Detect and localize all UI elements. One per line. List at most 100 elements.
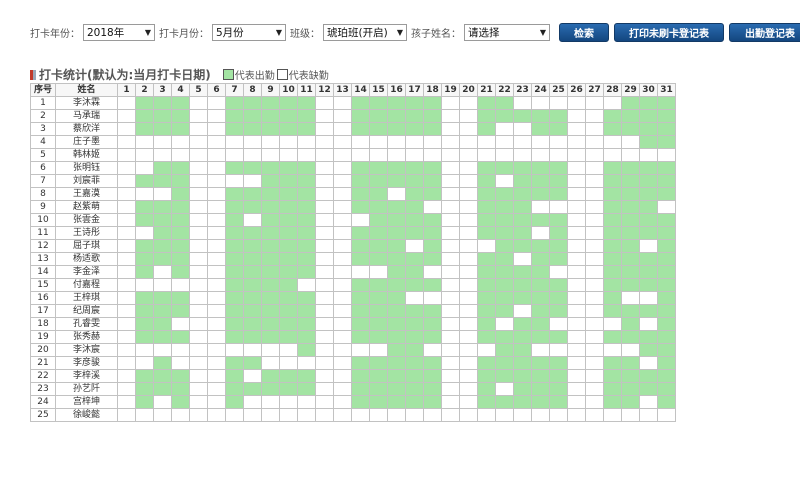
attendance-cell-absent <box>117 395 136 409</box>
attendance-cell-present <box>423 187 442 201</box>
month-label: 打卡月份： <box>159 28 209 40</box>
attendance-cell-present <box>261 304 280 318</box>
attendance-cell-present <box>477 109 496 123</box>
attendance-cell-present <box>639 200 658 214</box>
print-unswiped-button[interactable]: 打印未刷卡登记表 <box>614 22 724 42</box>
year-select[interactable]: 2018年 ▼ <box>83 23 155 41</box>
child-select[interactable]: 请选择 ▼ <box>464 23 550 41</box>
attendance-cell-present <box>549 174 568 188</box>
attendance-cell-present <box>171 161 190 175</box>
attendance-cell-present <box>603 278 622 292</box>
attendance-cell-absent <box>603 96 622 110</box>
print-attendance-button[interactable]: 出勤登记表 <box>729 22 800 42</box>
attendance-cell-present <box>171 382 190 396</box>
attendance-cell-present <box>549 226 568 240</box>
attendance-cell-absent <box>423 148 442 162</box>
attendance-cell-absent <box>549 408 568 422</box>
attendance-cell-present <box>657 252 676 266</box>
attendance-cell-present <box>477 174 496 188</box>
year-label: 打卡年份： <box>30 28 80 40</box>
attendance-cell-present <box>225 278 244 292</box>
attendance-cell-present <box>351 200 370 214</box>
attendance-cell-present <box>495 226 514 240</box>
attendance-cell-absent <box>567 408 586 422</box>
attendance-cell-present <box>603 356 622 370</box>
attendance-cell-present <box>513 343 532 357</box>
attendance-cell-absent <box>423 135 442 149</box>
attendance-cell-present <box>243 122 262 136</box>
attendance-cell-present <box>405 343 424 357</box>
row-name: 马承瑞 <box>55 109 118 123</box>
attendance-cell-present <box>243 278 262 292</box>
attendance-cell-present <box>603 226 622 240</box>
row-name: 杨适歌 <box>55 252 118 266</box>
attendance-cell-absent <box>261 343 280 357</box>
attendance-cell-absent <box>171 343 190 357</box>
attendance-cell-present <box>261 278 280 292</box>
attendance-cell-absent <box>207 96 226 110</box>
attendance-cell-absent <box>333 382 352 396</box>
month-select[interactable]: 5月份 ▼ <box>212 23 286 41</box>
search-button[interactable]: 检索 <box>559 22 609 42</box>
attendance-cell-present <box>549 395 568 409</box>
attendance-cell-present <box>603 187 622 201</box>
attendance-cell-present <box>405 161 424 175</box>
attendance-cell-present <box>297 239 316 253</box>
attendance-cell-present <box>171 226 190 240</box>
attendance-cell-absent <box>189 317 208 331</box>
attendance-cell-present <box>423 356 442 370</box>
attendance-cell-present <box>279 122 298 136</box>
attendance-cell-absent <box>117 382 136 396</box>
attendance-cell-absent <box>639 317 658 331</box>
attendance-cell-absent <box>189 187 208 201</box>
attendance-cell-present <box>297 304 316 318</box>
attendance-cell-present <box>639 382 658 396</box>
attendance-cell-absent <box>207 278 226 292</box>
attendance-cell-present <box>603 109 622 123</box>
row-name: 王梓琪 <box>55 291 118 305</box>
attendance-cell-present <box>423 278 442 292</box>
attendance-cell-absent <box>585 317 604 331</box>
table-row: 10 张雲金 <box>30 213 676 227</box>
row-name: 李金泽 <box>55 265 118 279</box>
attendance-cell-present <box>153 356 172 370</box>
attendance-cell-absent <box>207 239 226 253</box>
attendance-cell-present <box>369 161 388 175</box>
attendance-cell-absent <box>459 291 478 305</box>
attendance-cell-present <box>387 291 406 305</box>
attendance-cell-present <box>171 369 190 383</box>
attendance-cell-present <box>477 200 496 214</box>
row-name: 庄子墨 <box>55 135 118 149</box>
attendance-cell-present <box>225 304 244 318</box>
attendance-cell-present <box>423 304 442 318</box>
attendance-cell-absent <box>315 226 334 240</box>
attendance-cell-present <box>369 369 388 383</box>
attendance-cell-present <box>243 304 262 318</box>
attendance-cell-absent <box>441 96 460 110</box>
attendance-cell-absent <box>459 395 478 409</box>
attendance-cell-present <box>423 239 442 253</box>
attendance-cell-present <box>423 226 442 240</box>
section-header: 打卡统计(默认为:当月打卡日期) 代表出勤 代表缺勤 <box>30 66 329 83</box>
header-day: 3 <box>153 83 172 97</box>
attendance-cell-absent <box>513 135 532 149</box>
attendance-cell-absent <box>315 252 334 266</box>
attendance-cell-present <box>621 369 640 383</box>
attendance-cell-present <box>405 174 424 188</box>
header-day: 12 <box>315 83 334 97</box>
attendance-cell-present <box>369 317 388 331</box>
attendance-cell-present <box>621 317 640 331</box>
attendance-cell-absent <box>459 252 478 266</box>
attendance-cell-present <box>603 330 622 344</box>
attendance-cell-present <box>351 395 370 409</box>
table-row: 16 王梓琪 <box>30 291 676 305</box>
legend-absent: 代表缺勤 <box>288 71 329 82</box>
attendance-cell-present <box>549 109 568 123</box>
table-row: 14 李金泽 <box>30 265 676 279</box>
class-select[interactable]: 琥珀班(开启) ▼ <box>323 23 407 41</box>
attendance-cell-absent <box>171 408 190 422</box>
attendance-cell-present <box>279 304 298 318</box>
attendance-cell-present <box>135 369 154 383</box>
row-name: 蔡欣洋 <box>55 122 118 136</box>
attendance-cell-absent <box>585 395 604 409</box>
